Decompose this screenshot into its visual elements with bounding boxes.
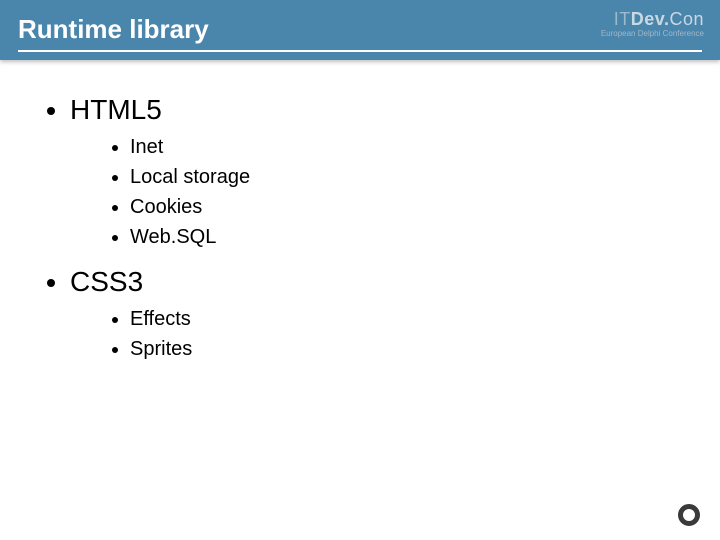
slide-header: Runtime library ITDev.Con European Delph… [0,0,720,60]
list-item: Web.SQL [130,222,720,252]
brand-part-it: IT [614,9,631,29]
brand-block: ITDev.Con European Delphi Conference [601,10,704,38]
list-item: Local storage [130,162,720,192]
slide-title: Runtime library [0,0,209,45]
title-underline [18,50,702,52]
list-item: Effects [130,304,720,334]
list-item-label: HTML5 [70,94,162,125]
brand-part-dev: Dev. [631,9,670,29]
brand-tagline: European Delphi Conference [601,30,704,38]
list-item: CSS3 Effects Sprites [70,266,720,364]
list-item: Sprites [130,334,720,364]
bullet-list-level2: Effects Sprites [130,304,720,364]
list-item: Cookies [130,192,720,222]
brand-wordmark: ITDev.Con [601,10,704,28]
slide-body: HTML5 Inet Local storage Cookies Web.SQL… [0,60,720,364]
ring-icon [678,504,700,526]
brand-part-con: Con [669,9,704,29]
bullet-list-level2: Inet Local storage Cookies Web.SQL [130,132,720,252]
list-item: HTML5 Inet Local storage Cookies Web.SQL [70,94,720,252]
list-item-label: CSS3 [70,266,143,297]
list-item: Inet [130,132,720,162]
bullet-list-level1: HTML5 Inet Local storage Cookies Web.SQL… [40,94,720,364]
